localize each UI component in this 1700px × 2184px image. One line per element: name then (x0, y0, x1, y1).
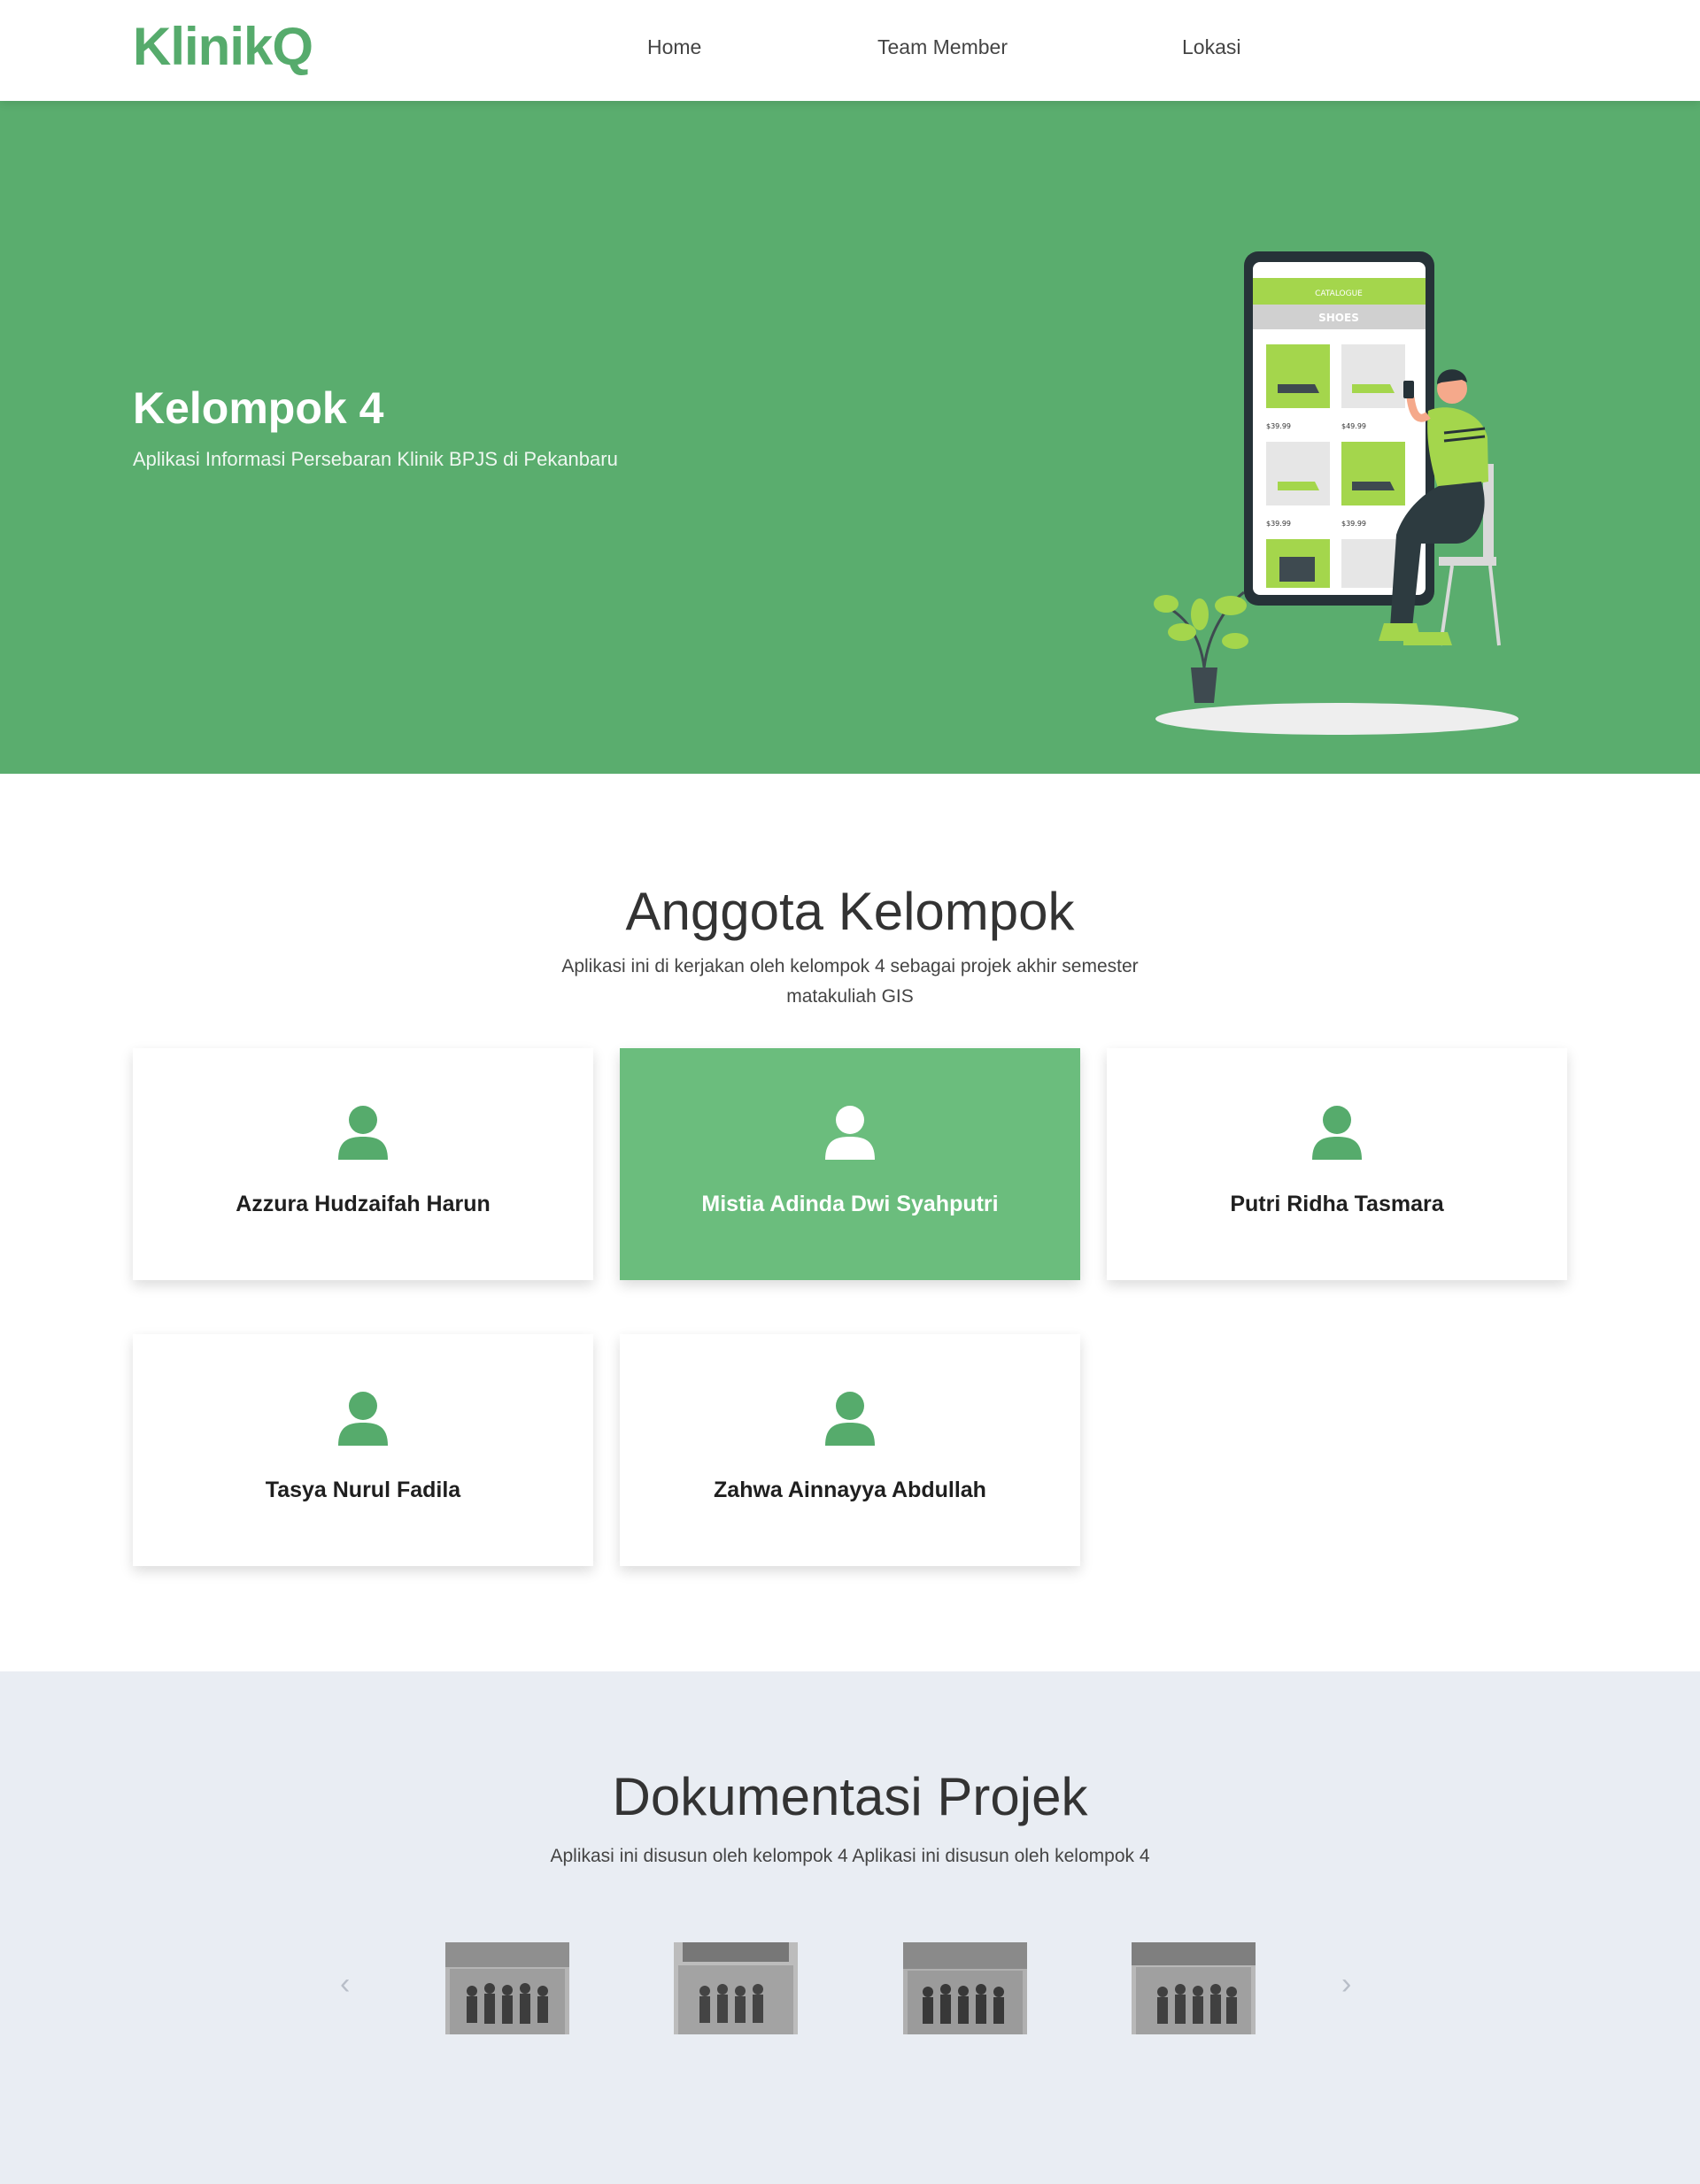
member-name: Putri Ridha Tasmara (1230, 1192, 1444, 1216)
project-photo[interactable] (445, 1942, 569, 2034)
price-4: $39.99 (1341, 520, 1366, 528)
carousel-prev-icon[interactable]: ‹ (340, 1967, 350, 2002)
user-icon (1312, 1106, 1362, 1160)
anggota-description: Aplikasi ini di kerjakan oleh kelompok 4… (561, 956, 1139, 1007)
user-icon (338, 1106, 388, 1160)
user-icon (338, 1392, 388, 1446)
member-name: Tasya Nurul Fadila (265, 1478, 461, 1502)
group-photo-image (674, 1942, 798, 2034)
group-photo-image (445, 1942, 569, 2034)
project-photo[interactable] (1132, 1942, 1256, 2034)
nav-team-member[interactable]: Team Member (877, 35, 1008, 59)
plant-icon (1154, 590, 1248, 703)
shoes-label: SHOES (1318, 312, 1359, 324)
user-icon (825, 1106, 875, 1160)
member-card[interactable]: Azzura Hudzaifah Harun (133, 1048, 593, 1280)
member-name: Zahwa Ainnayya Abdullah (714, 1478, 986, 1502)
group-photo-image (1132, 1942, 1256, 2034)
carousel-next-icon[interactable]: › (1341, 1967, 1351, 2002)
project-photo[interactable] (903, 1942, 1027, 2034)
nav-lokasi[interactable]: Lokasi (1182, 35, 1240, 59)
group-photo-image (903, 1942, 1027, 2034)
member-card-active[interactable]: Mistia Adinda Dwi Syahputri (620, 1048, 1080, 1280)
member-card[interactable]: Zahwa Ainnayya Abdullah (620, 1334, 1080, 1566)
price-2: $49.99 (1341, 422, 1366, 430)
dokumentasi-title: Dokumentasi Projek (612, 1767, 1088, 1826)
member-card[interactable]: Tasya Nurul Fadila (133, 1334, 593, 1566)
project-photo[interactable] (674, 1942, 798, 2034)
nav-home[interactable]: Home (647, 35, 701, 59)
price-3: $39.99 (1266, 520, 1291, 528)
hero-illustration: CATALOGUE SHOES $39.99 $49.99 $39.99 $39… (1154, 251, 1518, 735)
anggota-title: Anggota Kelompok (625, 882, 1075, 941)
hero-title: Kelompok 4 (133, 383, 384, 433)
member-name: Azzura Hudzaifah Harun (236, 1192, 491, 1216)
hero-subtitle: Aplikasi Informasi Persebaran Klinik BPJ… (133, 448, 618, 470)
catalogue-label: CATALOGUE (1315, 289, 1363, 298)
brand-logo[interactable]: KlinikQ (133, 16, 313, 77)
dokumentasi-description: Aplikasi ini disusun oleh kelompok 4 Apl… (550, 1846, 1150, 1866)
navbar: KlinikQ Home Team Member Lokasi (0, 0, 1700, 101)
user-icon (825, 1392, 875, 1446)
member-card[interactable]: Putri Ridha Tasmara (1107, 1048, 1567, 1280)
hero-section: Kelompok 4 Aplikasi Informasi Persebaran… (0, 101, 1700, 774)
dokumentasi-section (0, 1671, 1700, 2184)
member-name: Mistia Adinda Dwi Syahputri (701, 1192, 999, 1216)
price-1: $39.99 (1266, 422, 1291, 430)
floor-shadow (1155, 703, 1518, 735)
